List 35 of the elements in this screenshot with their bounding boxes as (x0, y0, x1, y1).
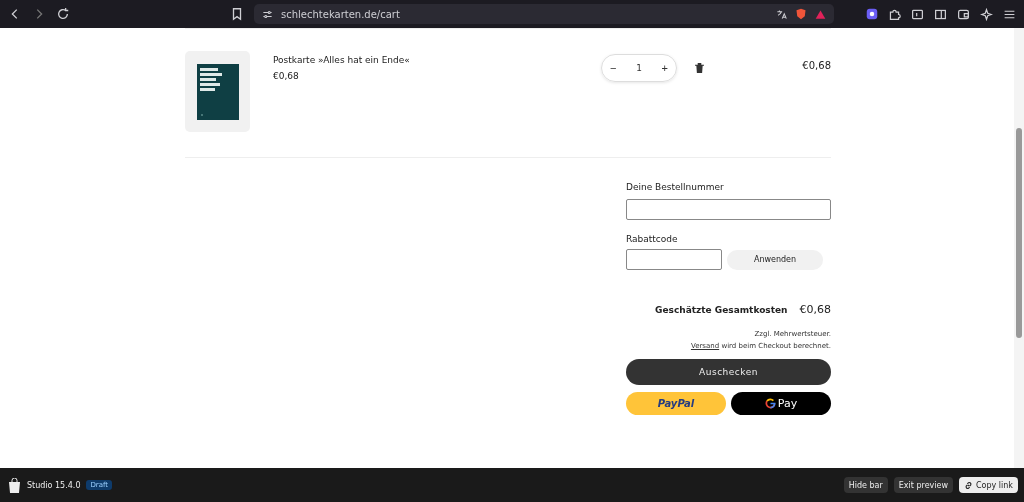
shield-icon[interactable] (795, 8, 807, 20)
extension-icon[interactable] (866, 8, 878, 20)
total-label: Geschätzte Gesamtkosten (655, 305, 788, 315)
unit-price: €0,68 (273, 71, 300, 81)
quantity-value[interactable]: 1 (636, 63, 642, 73)
reload-icon[interactable] (56, 7, 70, 21)
field-label: Rabattcode (626, 234, 679, 244)
triangle-icon[interactable] (815, 8, 826, 20)
puzzle-icon[interactable] (888, 7, 901, 21)
translate-icon[interactable] (776, 8, 787, 20)
sidebar-icon[interactable] (934, 7, 947, 21)
trash-icon[interactable] (695, 63, 704, 73)
field-label: Deine Bestellnummer (626, 182, 725, 192)
discount-code-field[interactable] (626, 249, 722, 270)
shopping-bag-icon (8, 477, 21, 493)
site-settings-icon[interactable] (262, 8, 273, 20)
checkout-button[interactable]: Auschecken (626, 359, 831, 385)
line-total: €0,68 (802, 60, 831, 71)
paypal-button[interactable]: PayPal (626, 392, 726, 415)
total-value: €0,68 (799, 303, 831, 316)
link-icon (964, 480, 973, 490)
hide-bar-button[interactable]: Hide bar (843, 477, 888, 493)
google-pay-button[interactable]: Pay (731, 392, 831, 415)
bookmark-icon[interactable] (230, 7, 244, 21)
order-number-field[interactable] (626, 199, 831, 220)
g-logo-icon (764, 398, 776, 409)
copy-link-button[interactable]: Copy link (959, 477, 1018, 493)
sparkle-icon[interactable] (980, 7, 993, 21)
apply-button[interactable]: Anwenden (727, 249, 823, 270)
decrease-button[interactable]: − (610, 62, 617, 74)
scrollbar-thumb[interactable] (1016, 128, 1022, 338)
increase-button[interactable]: + (661, 62, 668, 74)
exit-preview-button[interactable]: Exit preview (893, 477, 953, 493)
version-text: Studio 15.4.0 (27, 480, 81, 490)
product-title[interactable]: Postkarte »Alles hat ein Ende« (273, 55, 601, 65)
